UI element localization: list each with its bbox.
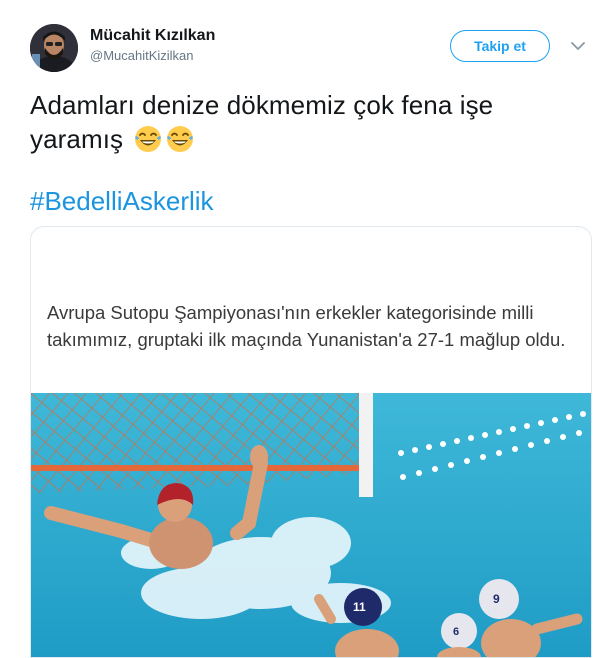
- laughing-tears-emoji-icon: [135, 126, 162, 152]
- author-handle[interactable]: @MucahitKizilkan: [90, 47, 215, 65]
- tweet-media[interactable]: Avrupa Sutopu Şampiyonası'nın erkekler k…: [30, 226, 592, 658]
- follow-button[interactable]: Takip et: [450, 30, 550, 62]
- cap-number: 11: [353, 600, 366, 614]
- chevron-down-icon[interactable]: [568, 38, 588, 54]
- avatar[interactable]: [30, 24, 78, 72]
- author-name[interactable]: Mücahit Kızılkan: [90, 26, 215, 46]
- tweet-header: Mücahit Kızılkan @MucahitKizilkan Takip …: [30, 24, 586, 74]
- cap-number: 6: [453, 626, 459, 638]
- cap-number: 9: [493, 592, 500, 606]
- tweet-text: Adamları denize dökmemiz çok fena işe ya…: [30, 88, 570, 156]
- laughing-tears-emoji-icon: [167, 126, 194, 152]
- water-polo-photo: 11 9 6: [31, 393, 591, 657]
- media-caption: Avrupa Sutopu Şampiyonası'nın erkekler k…: [47, 302, 566, 350]
- tweet-body: Adamları denize dökmemiz çok fena işe ya…: [30, 90, 494, 154]
- avatar-photo: [30, 24, 78, 72]
- author-block: Mücahit Kızılkan @MucahitKizilkan: [90, 26, 215, 65]
- hashtag-link[interactable]: #BedelliAskerlik: [30, 184, 214, 218]
